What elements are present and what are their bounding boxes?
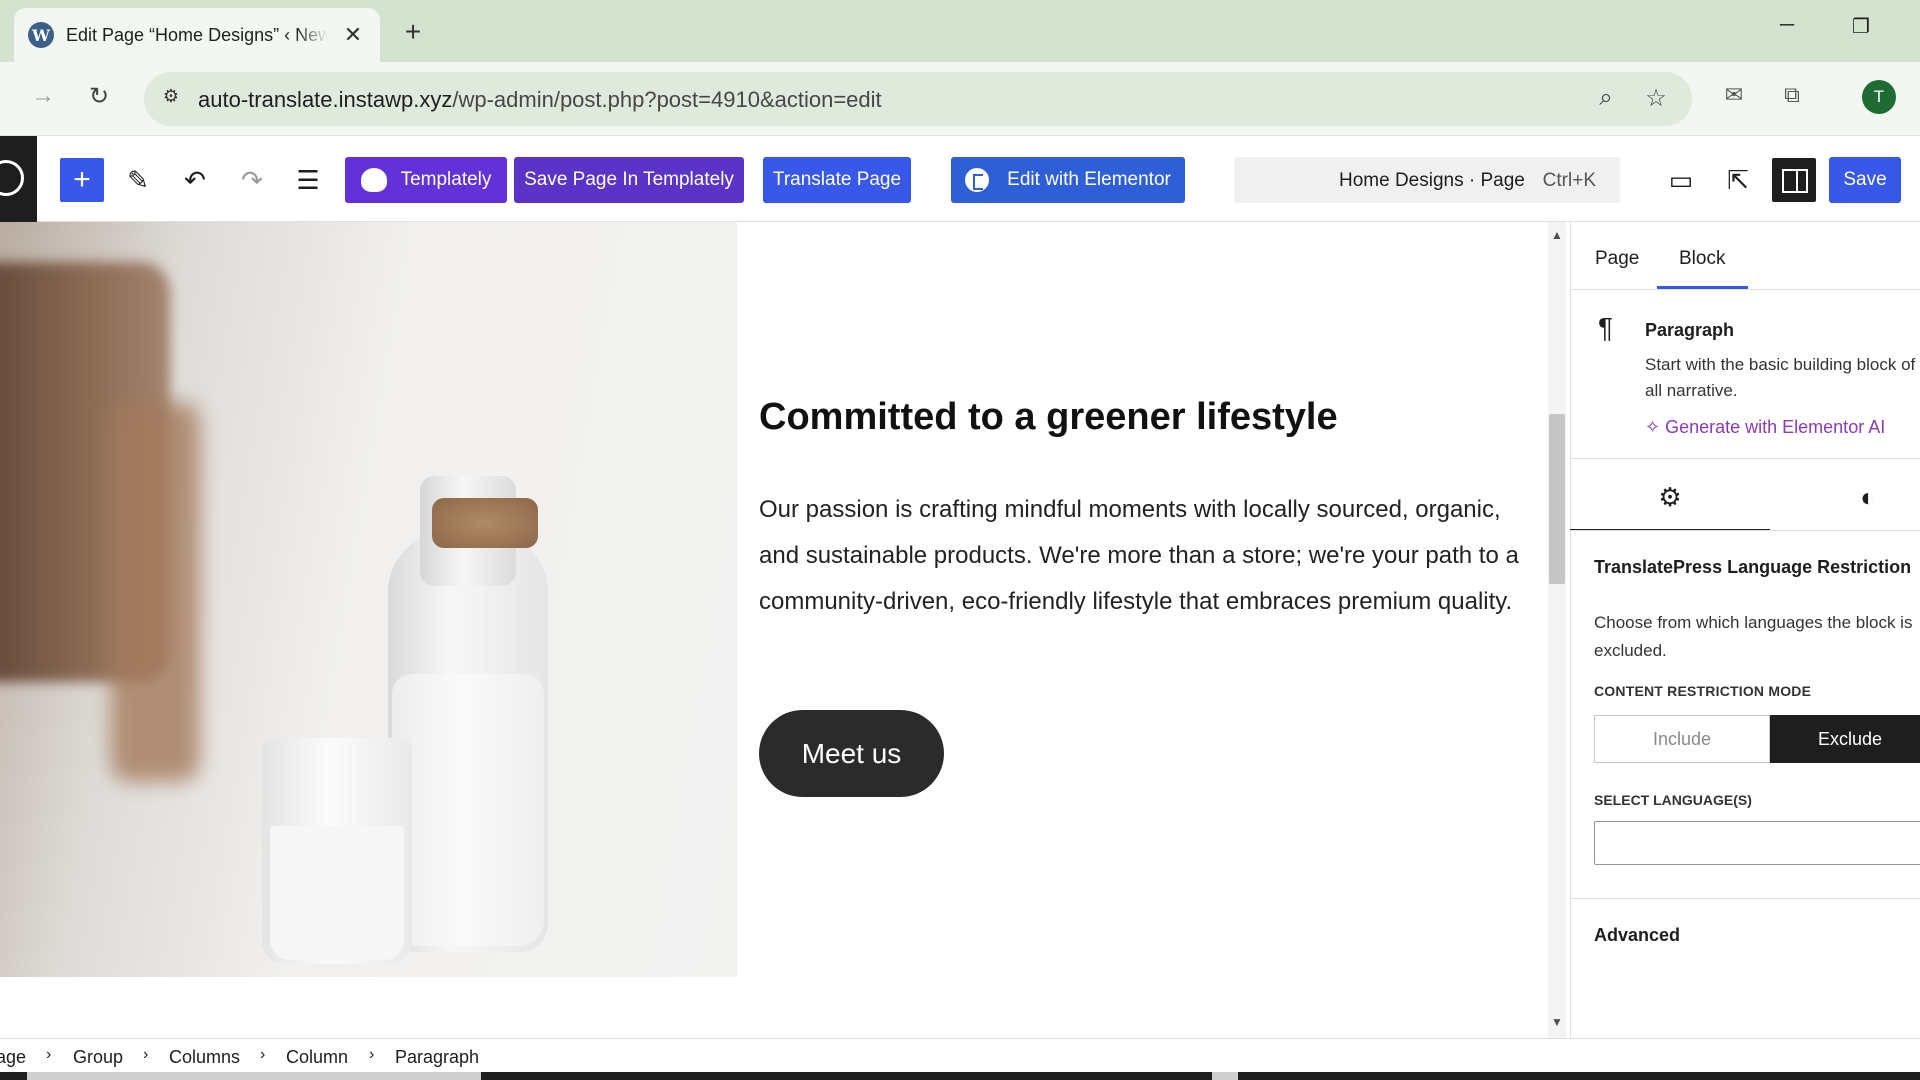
canvas-scrollbar[interactable] <box>1548 222 1566 1038</box>
document-title: Home Designs · Page <box>1339 170 1525 191</box>
pencil-tools-icon[interactable]: ✎ <box>118 160 158 200</box>
chevron-right-icon: › <box>46 1046 52 1063</box>
add-block-button[interactable]: + <box>60 158 104 202</box>
close-tab-icon[interactable]: ✕ <box>340 22 366 48</box>
breadcrumb-item-page[interactable]: Page <box>0 1047 26 1068</box>
canvas-scrollbar-thumb[interactable] <box>1549 414 1565 584</box>
exclude-mode-button[interactable]: Exclude <box>1770 715 1920 763</box>
generate-with-elementor-ai-link[interactable]: ✧ Generate with Elementor AI <box>1645 417 1885 438</box>
breadcrumb-item-columns[interactable]: Columns <box>169 1047 240 1068</box>
elementor-label: Edit with Elementor <box>1007 169 1171 190</box>
undo-icon[interactable]: ↶ <box>175 160 215 200</box>
browser-tab-strip: W Edit Page “Home Designs” ‹ New ✕ + ─ ❐ <box>0 0 1920 62</box>
include-mode-button[interactable]: Include <box>1594 715 1770 763</box>
sidebar-divider <box>1570 898 1920 899</box>
save-button[interactable]: Save <box>1829 157 1901 203</box>
preview-device-icon[interactable]: ▭ <box>1661 160 1701 200</box>
command-palette-bar[interactable]: Home Designs · Page Ctrl+K <box>1234 157 1620 203</box>
minimize-icon[interactable]: ─ <box>1772 14 1802 37</box>
url-path: /wp-admin/post.php?post=4910&action=edit <box>452 87 882 112</box>
extensions-puzzle-icon[interactable]: ⧉ <box>1776 82 1808 108</box>
view-page-external-icon[interactable]: ⇱ <box>1718 160 1758 200</box>
content-restriction-mode-label: CONTENT RESTRICTION MODE <box>1594 683 1812 699</box>
forward-icon[interactable]: → <box>26 82 60 110</box>
edit-with-elementor-button[interactable]: Edit with Elementor <box>951 157 1185 203</box>
breadcrumb-item-paragraph[interactable]: Paragraph <box>395 1047 479 1068</box>
milk-bottle-image[interactable] <box>0 222 737 977</box>
meet-us-button[interactable]: Meet us <box>759 710 944 797</box>
chevron-right-icon: › <box>143 1046 149 1063</box>
address-bar-row: → ↻ ⚙ auto-translate.instawp.xyz/wp-admi… <box>0 62 1920 136</box>
block-name: Paragraph <box>1645 320 1735 340</box>
select-languages-input[interactable] <box>1594 821 1920 865</box>
settings-gear-icon[interactable]: ⚙ <box>1652 482 1688 513</box>
address-bar[interactable]: ⚙ auto-translate.instawp.xyz/wp-admin/po… <box>144 72 1692 126</box>
selected-paragraph[interactable]: Our passion is crafting mindful moments … <box>759 487 1519 625</box>
select-languages-label: SELECT LANGUAGE(S) <box>1594 792 1752 808</box>
editor-toolbar: + ✎ ↶ ↷ ☰ Templately Save Page In Templa… <box>0 136 1920 222</box>
browser-tab[interactable]: W Edit Page “Home Designs” ‹ New ✕ <box>14 8 380 62</box>
redo-icon[interactable]: ↷ <box>232 160 272 200</box>
paragraph-icon: ¶ <box>1598 312 1614 343</box>
chevron-right-icon: › <box>260 1046 266 1063</box>
sparkle-icon: ✧ <box>1645 417 1666 437</box>
translate-page-button[interactable]: Translate Page <box>763 157 911 203</box>
breadcrumb-item-group[interactable]: Group <box>73 1047 123 1068</box>
tab-title: Edit Page “Home Designs” ‹ New <box>66 24 328 45</box>
block-description: Start with the basic building block of a… <box>1645 355 1916 400</box>
advanced-panel-toggle[interactable]: Advanced <box>1594 925 1680 946</box>
bookmark-star-icon[interactable]: ☆ <box>1641 84 1671 113</box>
extension-mail-icon[interactable]: ✉ <box>1718 82 1750 108</box>
sidebar-divider <box>1570 458 1920 459</box>
new-tab-icon[interactable]: + <box>398 16 428 48</box>
url-text[interactable]: auto-translate.instawp.xyz/wp-admin/post… <box>198 87 882 113</box>
restore-window-icon[interactable]: ❐ <box>1846 14 1876 39</box>
scroll-down-icon[interactable]: ▼ <box>1549 1015 1565 1029</box>
profile-avatar[interactable]: T <box>1862 80 1896 114</box>
chevron-right-icon: › <box>369 1046 375 1063</box>
translatepress-description: Choose from which languages the block is… <box>1594 613 1913 660</box>
site-settings-icon[interactable]: ⚙ <box>158 86 184 112</box>
horizontal-scrollbar[interactable] <box>0 1072 1920 1080</box>
command-shortcut: Ctrl+K <box>1542 170 1596 191</box>
document-overview-icon[interactable]: ☰ <box>288 160 328 200</box>
templately-button[interactable]: Templately <box>345 157 507 203</box>
templately-icon <box>360 168 387 192</box>
wordpress-icon: W <box>28 22 54 48</box>
reload-icon[interactable]: ↻ <box>82 82 116 111</box>
settings-sidebar-toggle-icon[interactable] <box>1772 158 1816 202</box>
editor-canvas[interactable]: Committed to a greener lifestyle Our pas… <box>0 222 1548 1038</box>
tab-page[interactable]: Page <box>1595 248 1639 270</box>
sidebar-divider <box>1570 289 1920 290</box>
scroll-up-icon[interactable]: ▲ <box>1549 228 1565 242</box>
zoom-icon[interactable]: ⌕ <box>1591 84 1621 112</box>
tab-block[interactable]: Block <box>1679 248 1725 270</box>
wordpress-logo-icon[interactable] <box>0 136 37 222</box>
save-page-in-templately-button[interactable]: Save Page In Templately <box>514 157 744 203</box>
block-breadcrumb: Page › Group › Columns › Column › Paragr… <box>0 1038 1920 1072</box>
templately-label: Templately <box>400 169 492 190</box>
ai-link-label: Generate with Elementor AI <box>1665 417 1886 437</box>
translatepress-panel-title[interactable]: TranslatePress Language Restriction <box>1594 557 1911 578</box>
styles-contrast-icon[interactable]: ◐ <box>1850 482 1886 513</box>
breadcrumb-item-column[interactable]: Column <box>286 1047 348 1068</box>
section-heading[interactable]: Committed to a greener lifestyle <box>759 396 1338 439</box>
elementor-icon <box>965 168 990 192</box>
url-host: auto-translate.instawp.xyz <box>198 87 453 112</box>
sidebar-divider <box>1570 530 1920 531</box>
